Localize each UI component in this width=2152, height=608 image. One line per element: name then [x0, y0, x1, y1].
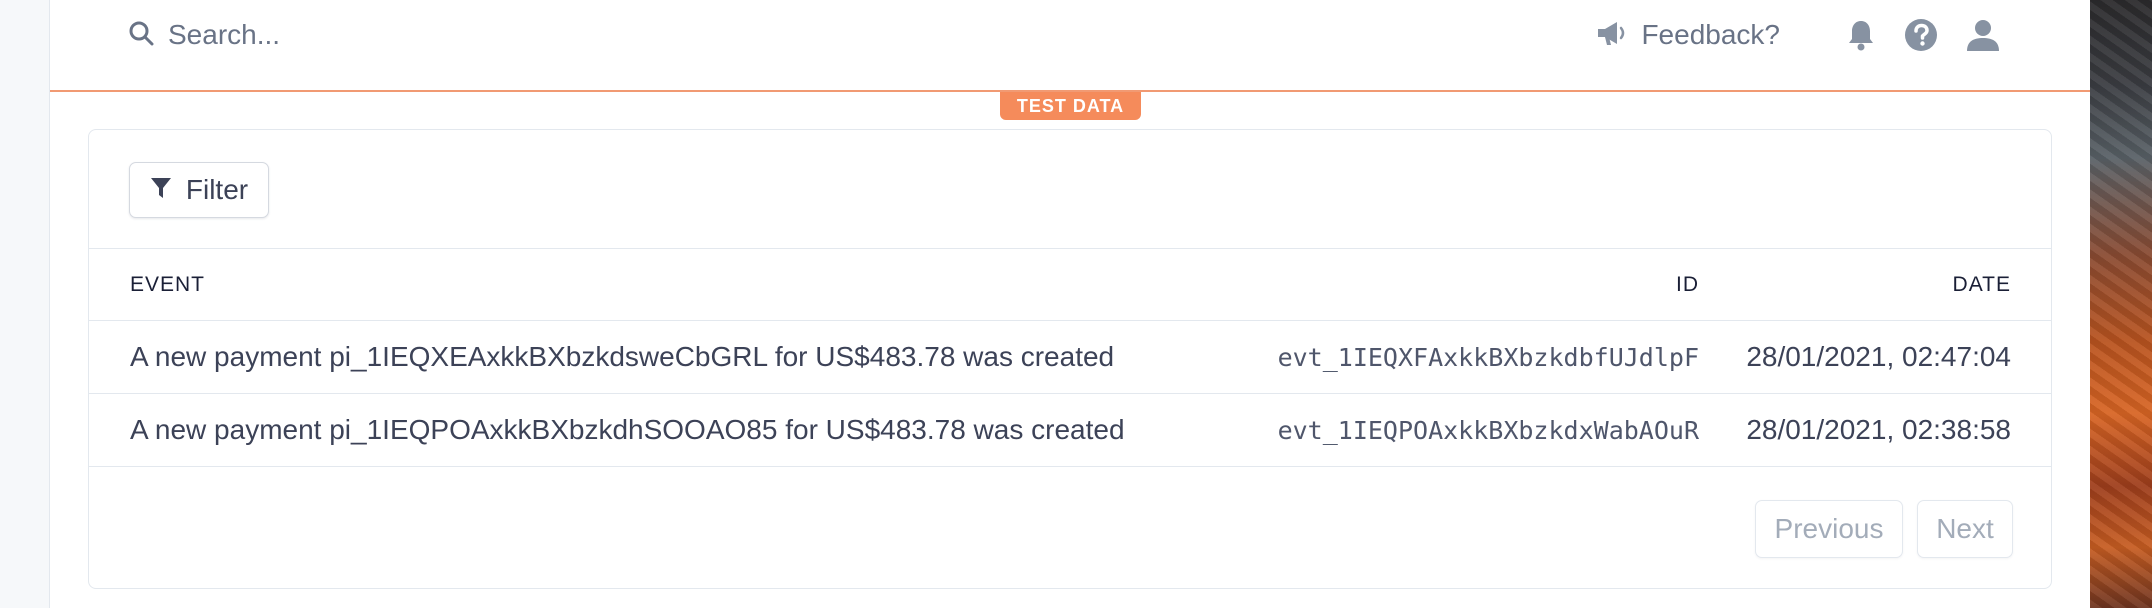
previous-button[interactable]: Previous	[1755, 500, 1903, 558]
desktop-background	[2090, 0, 2152, 608]
test-data-badge: TEST DATA	[1000, 92, 1141, 120]
table-header: EVENT ID DATE	[89, 248, 2051, 320]
event-description: A new payment pi_1IEQXEAxkkBXbzkdsweCbGR…	[130, 341, 1115, 372]
event-date: 28/01/2021, 02:47:04	[1746, 341, 2011, 372]
feedback-label: Feedback?	[1641, 19, 1780, 50]
event-id: evt_1IEQXFAxkkBXbzkdbfUJdlpF	[1277, 342, 1699, 372]
filter-label: Filter	[185, 174, 249, 205]
table-row[interactable]: A new payment pi_1IEQXEAxkkBXbzkdsweCbGR…	[89, 320, 2051, 393]
event-description: A new payment pi_1IEQPOAxkkBXbzkdhSOOAO8…	[130, 414, 1125, 445]
search-input[interactable]	[168, 19, 768, 51]
header-tools: Feedback?	[1595, 12, 2000, 58]
pagination: Previous Next	[1755, 500, 2013, 558]
search-icon	[128, 20, 154, 51]
event-id: evt_1IEQPOAxkkBXbzkdxWabAOuR	[1277, 415, 1699, 445]
left-gutter	[0, 0, 50, 608]
filter-button[interactable]: Filter	[129, 162, 269, 218]
column-header-event: EVENT	[130, 272, 206, 296]
top-bar: Feedback?	[50, 0, 2090, 92]
next-button[interactable]: Next	[1917, 500, 2013, 558]
events-table: EVENT ID DATE A new payment pi_1IEQXEAxk…	[89, 248, 2051, 467]
user-icon[interactable]	[1966, 18, 2000, 52]
column-header-date: DATE	[1952, 272, 2011, 296]
feedback-button[interactable]: Feedback?	[1595, 19, 1780, 52]
search-bar[interactable]	[128, 15, 768, 55]
events-card: Filter EVENT ID DATE A new payment pi_1I…	[88, 129, 2052, 589]
megaphone-icon	[1595, 19, 1627, 52]
column-header-id: ID	[1676, 272, 1699, 296]
table-row[interactable]: A new payment pi_1IEQPOAxkkBXbzkdhSOOAO8…	[89, 393, 2051, 467]
main-panel: Feedback?	[50, 0, 2090, 608]
help-icon[interactable]	[1904, 18, 1938, 52]
event-date: 28/01/2021, 02:38:58	[1746, 414, 2011, 445]
bell-icon[interactable]	[1846, 18, 1876, 52]
filter-icon	[150, 176, 172, 205]
